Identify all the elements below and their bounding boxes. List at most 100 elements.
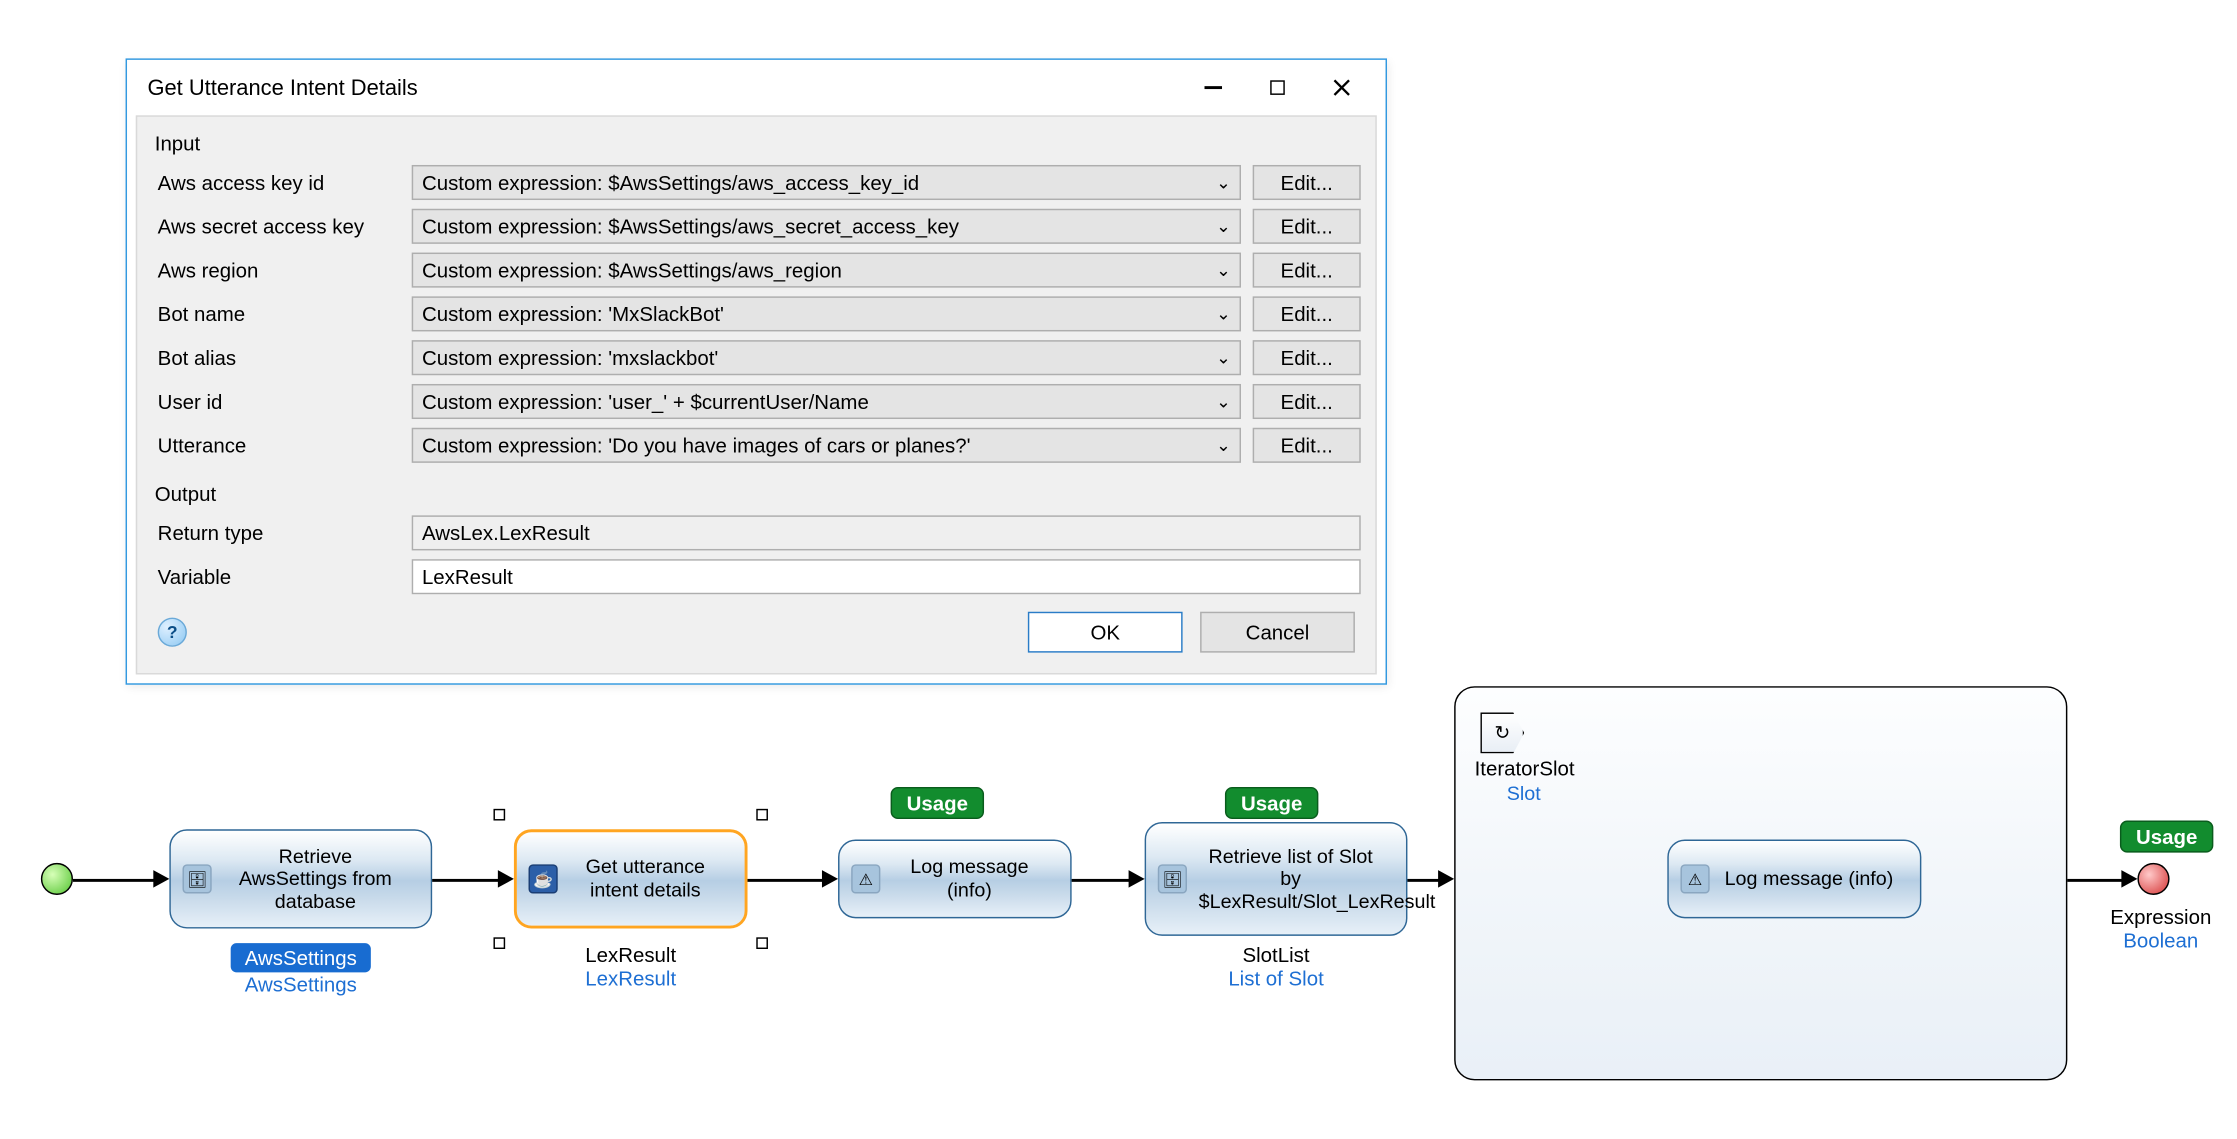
input-value-select[interactable]: Custom expression: $AwsSettings/aws_regi… — [412, 253, 1241, 288]
dialog-body: Input Aws access key id Custom expressio… — [136, 115, 1377, 674]
ok-button[interactable]: OK — [1028, 612, 1183, 653]
input-row-aws-secret-access-key: Aws secret access key Custom expression:… — [152, 204, 1361, 248]
input-label: Aws secret access key — [152, 215, 412, 238]
variable-badge: AwsSettings — [230, 943, 371, 972]
input-label: Aws region — [152, 258, 412, 281]
cancel-button[interactable]: Cancel — [1200, 612, 1355, 653]
input-row-bot-alias: Bot alias Custom expression: 'mxslackbot… — [152, 336, 1361, 380]
log-icon: ⚠ — [851, 864, 880, 893]
variable-name: Expression — [2110, 905, 2211, 928]
input-row-utterance: Utterance Custom expression: 'Do you hav… — [152, 423, 1361, 467]
chevron-down-icon: ⌄ — [1216, 218, 1231, 236]
activity-label: Log message (info) — [1718, 862, 1899, 896]
edit-button[interactable]: Edit... — [1253, 296, 1361, 331]
output-return-type-field: AwsLex.LexResult — [412, 515, 1361, 550]
flow-arrow — [1407, 879, 1439, 881]
iterator-name: IteratorSlot — [1475, 756, 1575, 779]
output-row-variable: Variable LexResult — [152, 555, 1361, 599]
activity-output-caption: LexResult LexResult — [499, 943, 762, 990]
flow-arrow — [432, 879, 499, 881]
dialog-footer: ? OK Cancel — [152, 599, 1361, 659]
input-label: Aws access key id — [152, 171, 412, 194]
arrow-head-icon — [1438, 870, 1454, 888]
input-value-select[interactable]: Custom expression: 'Do you have images o… — [412, 428, 1241, 463]
flow-arrow — [73, 879, 155, 881]
chevron-down-icon: ⌄ — [1216, 305, 1231, 323]
activity-retrieve-slot-list[interactable]: 🗄 Retrieve list of Slot by $LexResult/Sl… — [1145, 822, 1408, 936]
database-icon: 🗄 — [1158, 864, 1187, 893]
loop-icon: ↻ — [1480, 712, 1524, 753]
edit-button[interactable]: Edit... — [1253, 340, 1361, 375]
usage-badge: Usage — [2120, 821, 2213, 853]
dialog-get-utterance-intent-details: Get Utterance Intent Details Input Aws a… — [126, 58, 1387, 684]
variable-name: LexResult — [585, 943, 676, 966]
arrow-head-icon — [1129, 870, 1145, 888]
usage-badge: Usage — [891, 787, 984, 819]
chevron-down-icon: ⌄ — [1216, 437, 1231, 455]
output-label: Variable — [152, 565, 412, 588]
input-value-select[interactable]: Custom expression: 'user_' + $currentUse… — [412, 384, 1241, 419]
variable-type: LexResult — [585, 967, 676, 990]
database-icon: 🗄 — [183, 864, 212, 893]
input-value-select[interactable]: Custom expression: $AwsSettings/aws_secr… — [412, 209, 1241, 244]
minimize-button[interactable] — [1181, 70, 1245, 105]
edit-button[interactable]: Edit... — [1253, 384, 1361, 419]
end-event-caption: Expression Boolean — [2029, 905, 2237, 952]
end-event[interactable] — [2137, 863, 2169, 895]
arrow-head-icon — [153, 870, 169, 888]
activity-log-message-1[interactable]: ⚠ Log message (info) — [838, 840, 1072, 919]
activity-label: Retrieve AwsSettings from database — [220, 839, 410, 919]
edit-button[interactable]: Edit... — [1253, 165, 1361, 200]
variable-name: SlotList — [1243, 943, 1310, 966]
chevron-down-icon: ⌄ — [1216, 349, 1231, 367]
log-icon: ⚠ — [1680, 864, 1709, 893]
section-output-header: Output — [152, 476, 1361, 511]
iterator-tag[interactable]: ↻ — [1480, 712, 1524, 753]
iterator-type: Slot — [1507, 783, 1541, 805]
flow-arrow — [748, 879, 824, 881]
help-icon[interactable]: ? — [158, 618, 187, 647]
activity-retrieve-awssettings[interactable]: 🗄 Retrieve AwsSettings from database — [169, 829, 432, 928]
input-label: Bot name — [152, 302, 412, 325]
maximize-button[interactable] — [1245, 70, 1309, 105]
arrow-head-icon — [498, 870, 514, 888]
input-value-select[interactable]: Custom expression: 'mxslackbot' ⌄ — [412, 340, 1241, 375]
start-event[interactable] — [41, 863, 73, 895]
input-value-select[interactable]: Custom expression: 'MxSlackBot' ⌄ — [412, 296, 1241, 331]
selection-handle[interactable] — [493, 809, 505, 821]
activity-get-utterance-intent-details[interactable]: ☕ Get utterance intent details — [514, 829, 748, 928]
chevron-down-icon: ⌄ — [1216, 393, 1231, 411]
selection-handle[interactable] — [756, 809, 768, 821]
chevron-down-icon: ⌄ — [1216, 261, 1231, 279]
variable-type: AwsSettings — [245, 972, 357, 995]
input-row-user-id: User id Custom expression: 'user_' + $cu… — [152, 380, 1361, 424]
close-button[interactable] — [1310, 70, 1374, 105]
activity-output-caption: AwsSettings AwsSettings — [169, 943, 432, 996]
activity-log-message-2[interactable]: ⚠ Log message (info) — [1667, 840, 1921, 919]
input-row-bot-name: Bot name Custom expression: 'MxSlackBot'… — [152, 292, 1361, 336]
input-value-select[interactable]: Custom expression: $AwsSettings/aws_acce… — [412, 165, 1241, 200]
dialog-title-bar[interactable]: Get Utterance Intent Details — [127, 60, 1386, 115]
activity-label: Retrieve list of Slot by $LexResult/Slot… — [1196, 839, 1386, 919]
activity-label: Log message (info) — [889, 850, 1050, 907]
flow-arrow — [2067, 879, 2122, 881]
edit-button[interactable]: Edit... — [1253, 253, 1361, 288]
flow-arrow — [1072, 879, 1130, 881]
output-label: Return type — [152, 521, 412, 544]
input-label: Utterance — [152, 434, 412, 457]
arrow-head-icon — [822, 870, 838, 888]
output-variable-field[interactable]: LexResult — [412, 559, 1361, 594]
input-label: User id — [152, 390, 412, 413]
chevron-down-icon: ⌄ — [1216, 174, 1231, 192]
edit-button[interactable]: Edit... — [1253, 428, 1361, 463]
edit-button[interactable]: Edit... — [1253, 209, 1361, 244]
input-row-aws-access-key-id: Aws access key id Custom expression: $Aw… — [152, 161, 1361, 205]
dialog-title: Get Utterance Intent Details — [147, 75, 1181, 100]
input-row-aws-region: Aws region Custom expression: $AwsSettin… — [152, 248, 1361, 292]
variable-type: List of Slot — [1228, 967, 1323, 990]
section-input-header: Input — [152, 126, 1361, 161]
arrow-head-icon — [2121, 870, 2137, 888]
java-action-icon: ☕ — [529, 864, 558, 893]
input-label: Bot alias — [152, 346, 412, 369]
microflow-canvas[interactable]: 🗄 Retrieve AwsSettings from database Aws… — [29, 788, 2219, 1124]
